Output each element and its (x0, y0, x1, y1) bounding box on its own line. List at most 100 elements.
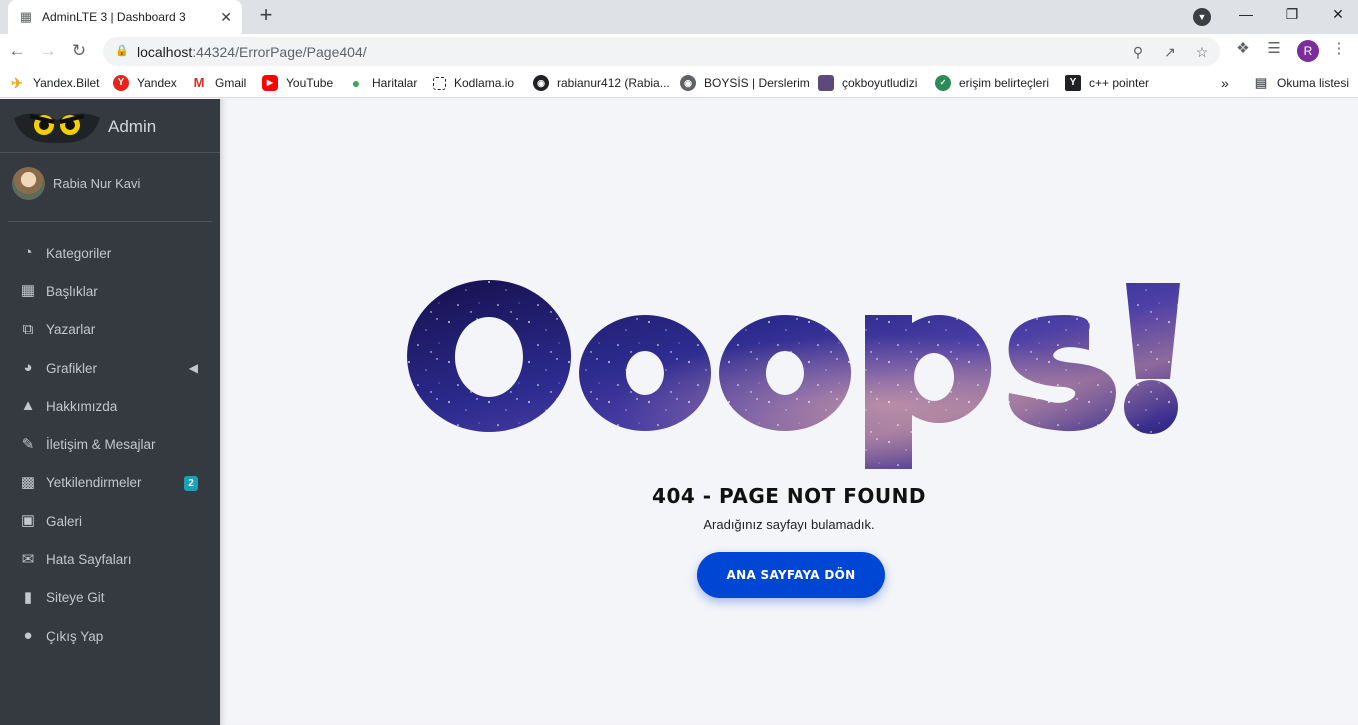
ooops-headline-graphic (404, 275, 1184, 475)
github-icon: ◉ (533, 75, 549, 91)
browser-tab-bar: ▦ AdminLTE 3 | Dashboard 3 ✕ + ▼ — ❐ ✕ (0, 0, 1358, 34)
ycombinator-icon: Y (1065, 75, 1081, 91)
yandex-icon: Y (113, 75, 129, 91)
bookmark-item[interactable]: ● Haritalar (348, 74, 418, 92)
page-favicon-icon: ▦ (19, 9, 33, 24)
brand-text: Admin (108, 117, 157, 136)
globe-icon: ◉ (680, 75, 696, 91)
error-subtitle: Aradığınız sayfayı bulamadık. (703, 517, 875, 532)
star-icon[interactable]: ☆ (1193, 43, 1211, 61)
copy-icon: ⧉ (22, 320, 34, 338)
bookmark-item[interactable]: ◉ rabianur412 (Rabia... (533, 74, 670, 92)
sidebar-menu: ◔ Kategoriler ▦ Başlıklar ⧉ Yazarlar ◕ Grafi… (0, 234, 220, 655)
brand-link[interactable]: Admin (0, 99, 220, 153)
bookmark-item[interactable]: Yc++ pointer (1065, 74, 1149, 92)
extensions-puzzle-icon[interactable]: ❖ (1233, 39, 1253, 59)
tab-search-icon[interactable]: ▼ (1193, 8, 1211, 26)
lock-icon[interactable]: 🔒 (115, 44, 129, 58)
bookmark-label: erişim belirteçleri (959, 76, 1050, 90)
sidebar-item-label: Başlıklar (46, 283, 98, 299)
reading-list-button[interactable]: ▤ Okuma listesi (1253, 74, 1349, 92)
bookmarks-bar: ✈ Yandex.Bilet Y Yandex M Gmail ▶ YouTube ● H… (0, 68, 1358, 98)
sidebar-item-kategoriler[interactable]: ◔ Kategoriler (0, 234, 220, 272)
gmail-icon: M (193, 75, 205, 90)
back-arrow-icon[interactable]: ← (5, 39, 29, 63)
window-close-button[interactable]: ✕ (1315, 0, 1358, 30)
ooops-headline (404, 275, 1184, 475)
kebab-menu-icon[interactable]: ⋮ (1329, 39, 1349, 59)
sidebar-item-yetkilendirmeler[interactable]: ▩ Yetkilendirmeler 2 (0, 464, 220, 502)
pie-chart-icon: ◕ (23, 359, 33, 377)
bookmark-item[interactable]: M Gmail (191, 74, 247, 92)
bookmark-item[interactable]: ✓ erişim belirteçleri (935, 74, 1049, 92)
new-tab-button[interactable]: + (254, 4, 278, 28)
reading-list-label: Okuma listesi (1277, 76, 1350, 90)
sidebar-item-siteye-git[interactable]: ▮ Siteye Git (0, 579, 220, 617)
tab-close-icon[interactable]: ✕ (220, 9, 232, 26)
shield-site-icon: ✓ (935, 75, 951, 91)
sidebar-item-label: Siteye Git (46, 590, 105, 606)
envelope-icon: ✉ (21, 550, 35, 568)
bookmark-item[interactable]: Y Yandex (113, 74, 177, 92)
reload-icon[interactable]: ↻ (67, 39, 91, 63)
bookmark-item[interactable]: ◉ BOYSİS | Derslerim (680, 74, 810, 92)
sidebar-item-basliklar[interactable]: ▦ Başlıklar (0, 272, 220, 310)
sidebar-item-grafikler[interactable]: ◕ Grafikler ◀ (0, 349, 220, 387)
user-name[interactable]: Rabia Nur Kavi (53, 176, 140, 191)
apple-icon: ● (23, 627, 33, 645)
kodlama-icon (433, 76, 446, 90)
address-bar[interactable]: 🔒 localhost:44324/ErrorPage/Page404/ ⚲ ↗… (103, 37, 1220, 66)
url-host: localhost (137, 44, 193, 60)
back-home-button[interactable]: ANA SAYFAYA DÖN (697, 552, 885, 598)
sidebar-item-yazarlar[interactable]: ⧉ Yazarlar (0, 311, 220, 349)
calendar-icon: ▩ (20, 473, 36, 491)
forward-arrow-icon[interactable]: → (36, 39, 60, 63)
bookmark-item[interactable]: ▶ YouTube (262, 74, 333, 92)
minimize-button[interactable]: — (1223, 0, 1269, 30)
reading-list-icon: ▤ (1254, 75, 1268, 90)
bookmark-label: rabianur412 (Rabia... (557, 76, 670, 90)
sidebar-item-label: Kategoriler (46, 245, 112, 261)
chevron-left-icon: ◀ (188, 360, 198, 375)
edit-icon: ✎ (21, 435, 35, 453)
bookmark-label: Yandex.Bilet (33, 76, 100, 90)
bookmark-item[interactable]: Kodlama.io (433, 74, 514, 92)
avatar (12, 167, 45, 200)
sidebar-item-cikis-yap[interactable]: ● Çıkış Yap (0, 617, 220, 655)
sidebar-item-hakkimizda[interactable]: ▲ Hakkımızda (0, 387, 220, 425)
tree-icon: ▲ (20, 397, 36, 415)
owl-logo-icon (14, 113, 100, 143)
bookmark-item[interactable]: ✈ Yandex.Bilet (9, 74, 100, 92)
sidebar-item-label: Yazarlar (46, 322, 96, 338)
more-bookmarks-chevron-icon[interactable]: » (1221, 74, 1229, 92)
sidebar-item-label: İletişim & Mesajlar (46, 437, 156, 453)
restore-button[interactable]: ❐ (1269, 0, 1315, 30)
profile-avatar[interactable]: R (1297, 40, 1319, 62)
sidebar-item-hata-sayfalari[interactable]: ✉ Hata Sayfaları (0, 540, 220, 578)
bookmark-site-icon (818, 75, 834, 91)
sidebar-item-iletisim[interactable]: ✎ İletişim & Mesajlar (0, 425, 220, 463)
user-panel[interactable]: Rabia Nur Kavi (0, 153, 220, 222)
share-icon[interactable]: ↗ (1161, 43, 1179, 61)
sidebar-item-galeri[interactable]: ▣ Galeri (0, 502, 220, 540)
bookmark-label: BOYSİS | Derslerim (704, 76, 810, 90)
sidebar-item-label: Hakkımızda (46, 398, 118, 414)
sidebar: Admin Rabia Nur Kavi ◔ Kategoriler ▦ Başlı… (0, 99, 220, 725)
dashboard-gauge-icon: ◔ (23, 244, 33, 262)
book-icon: ▮ (23, 588, 33, 606)
browser-toolbar: ← → ↻ 🔒 localhost:44324/ErrorPage/Page40… (0, 34, 1358, 68)
url-path: :44324/ErrorPage/Page404/ (192, 44, 367, 60)
media-queue-icon[interactable]: ☰ (1264, 39, 1284, 59)
grid-icon: ▦ (20, 282, 36, 300)
error-title: 404 - PAGE NOT FOUND (652, 484, 926, 508)
plane-icon: ✈ (11, 75, 23, 91)
status-badge: 2 (184, 475, 198, 491)
browser-tab[interactable]: ▦ AdminLTE 3 | Dashboard 3 ✕ (8, 0, 242, 34)
image-icon: ▣ (20, 512, 36, 530)
url-text[interactable]: localhost:44324/ErrorPage/Page404/ (137, 44, 367, 60)
bookmark-label: Haritalar (372, 76, 418, 90)
bookmark-item[interactable]: çokboyutludizi (818, 74, 917, 92)
youtube-icon: ▶ (262, 75, 278, 91)
zoom-icon[interactable]: ⚲ (1129, 43, 1147, 61)
bookmark-label: Gmail (215, 76, 247, 90)
